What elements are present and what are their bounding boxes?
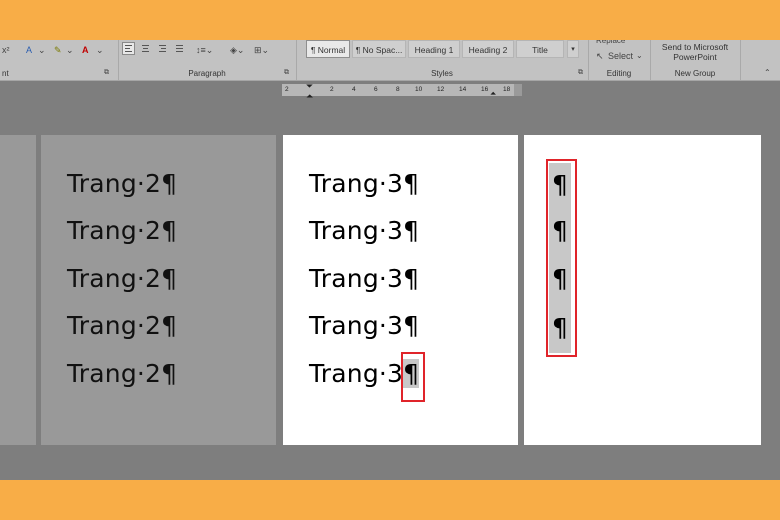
page-4[interactable]: ¶ ¶ ¶ ¶ [524, 135, 761, 445]
style-no-spacing[interactable]: ¶ No Spac... [352, 40, 406, 58]
word-window: x² A ⌄ ✎ ⌄ A ⌄ nt ⧉ ↕≡⌄ ◈⌄ ⊞⌄ Paragraph … [0, 40, 780, 480]
font-color-dropdown-icon[interactable]: ⌄ [96, 43, 104, 57]
editing-group: Replace ↖ Select ⌄ Editing [588, 40, 651, 80]
font-color-icon[interactable]: A [82, 43, 89, 57]
ruler-tick: 6 [374, 86, 378, 93]
borders-icon[interactable]: ⊞⌄ [254, 43, 269, 57]
highlight-color-icon[interactable]: ✎ [54, 43, 62, 57]
send-label-line-1: Send to Microsoft [661, 42, 729, 52]
select-dropdown-icon[interactable]: ⌄ [636, 49, 643, 63]
ruler-tick: 4 [352, 86, 356, 93]
style-title[interactable]: Title [516, 40, 564, 58]
send-to-powerpoint-button[interactable]: Send to Microsoft PowerPoint [650, 42, 740, 62]
page-3[interactable]: Trang·3¶ Trang·3¶ Trang·3¶ Trang·3¶ Tran… [283, 135, 518, 445]
right-indent-marker-icon[interactable]: ⏶ [490, 88, 496, 100]
ruler-tick: 2 [330, 86, 334, 93]
page3-line-1: Trang·3¶ [309, 169, 420, 198]
ruler-tick: 2 [285, 86, 289, 93]
page2-line-1: Trang·2¶ [67, 169, 178, 198]
replace-button[interactable]: Replace [596, 40, 625, 48]
ruler-tick: 14 [459, 86, 467, 93]
collapse-ribbon-icon[interactable]: ⌃ [764, 66, 771, 80]
page2-line-4: Trang·2¶ [67, 311, 178, 340]
editing-group-label: Editing [606, 69, 632, 78]
style-heading-2[interactable]: Heading 2 [462, 40, 514, 58]
font-group: x² A ⌄ ✎ ⌄ A ⌄ nt ⧉ [0, 40, 119, 80]
highlight-box [401, 352, 425, 402]
highlight-dropdown-icon[interactable]: ⌄ [66, 43, 74, 57]
styles-group: ¶ Normal ¶ No Spac... Heading 1 Heading … [296, 40, 589, 80]
page3-line-5-text: Trang·3 [309, 359, 404, 388]
new-group: Send to Microsoft PowerPoint New Group [650, 40, 741, 80]
horizontal-ruler[interactable]: 2 ⏷ ⏶ 2 4 6 8 10 12 14 16 ⏶ 18 [282, 81, 522, 101]
page2-line-5: Trang·2¶ [67, 359, 178, 388]
ruler-tick: 8 [396, 86, 400, 93]
page-1[interactable] [0, 135, 36, 445]
align-right-button[interactable] [156, 42, 169, 55]
styles-more-icon[interactable]: ▾ [567, 40, 579, 58]
select-icon[interactable]: ↖ [596, 49, 604, 63]
ribbon: x² A ⌄ ✎ ⌄ A ⌄ nt ⧉ ↕≡⌄ ◈⌄ ⊞⌄ Paragraph … [0, 40, 780, 81]
page3-line-4: Trang·3¶ [309, 311, 420, 340]
paragraph-group: ↕≡⌄ ◈⌄ ⊞⌄ Paragraph ⧉ [118, 40, 297, 80]
styles-group-label: Styles [431, 69, 453, 78]
paragraph-dialog-launcher-icon[interactable]: ⧉ [284, 66, 289, 80]
left-indent-marker-icon[interactable]: ⏶ [306, 90, 313, 102]
page3-line-2: Trang·3¶ [309, 216, 420, 245]
style-heading-1[interactable]: Heading 1 [408, 40, 460, 58]
new-group-label: New Group [674, 69, 716, 78]
justify-button[interactable] [173, 42, 186, 55]
font-group-label: nt [2, 69, 9, 78]
text-effects-icon[interactable]: A [26, 43, 32, 57]
page2-line-2: Trang·2¶ [67, 216, 178, 245]
line-spacing-icon[interactable]: ↕≡⌄ [196, 43, 213, 57]
align-left-button[interactable] [122, 42, 135, 55]
page3-line-3: Trang·3¶ [309, 264, 420, 293]
shading-icon[interactable]: ◈⌄ [230, 43, 244, 57]
styles-dialog-launcher-icon[interactable]: ⧉ [578, 66, 583, 80]
ruler-tick: 16 [481, 86, 489, 93]
ruler-tick: 10 [415, 86, 423, 93]
style-normal[interactable]: ¶ Normal [306, 40, 350, 58]
send-label-line-2: PowerPoint [673, 52, 717, 62]
superscript-button[interactable]: x² [2, 43, 10, 57]
paragraph-group-label: Paragraph [188, 69, 226, 78]
align-center-button[interactable] [139, 42, 152, 55]
page2-line-3: Trang·2¶ [67, 264, 178, 293]
page-2[interactable]: Trang·2¶ Trang·2¶ Trang·2¶ Trang·2¶ Tran… [41, 135, 276, 445]
ruler-tick: 12 [437, 86, 445, 93]
ruler-tick: 18 [503, 86, 511, 93]
text-effects-dropdown-icon[interactable]: ⌄ [38, 43, 46, 57]
select-button[interactable]: Select [608, 49, 633, 63]
font-dialog-launcher-icon[interactable]: ⧉ [104, 66, 109, 80]
highlight-box [546, 159, 577, 357]
